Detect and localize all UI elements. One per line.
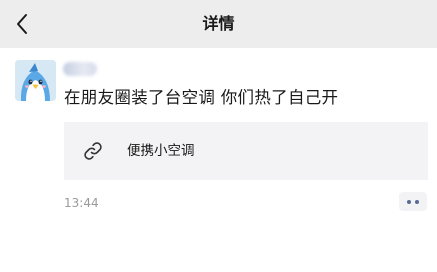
author-name[interactable] [63, 62, 97, 76]
more-dots-icon [407, 199, 411, 204]
penguin-avatar-image [15, 60, 56, 101]
top-nav-bar: 详情 [0, 0, 437, 48]
link-thumbnail [69, 127, 117, 175]
link-icon [84, 142, 102, 160]
post-timestamp: 13:44 [64, 196, 99, 210]
more-actions-button[interactable] [399, 192, 427, 211]
shared-link-card[interactable]: 便携小空调 [64, 122, 428, 180]
avatar[interactable] [15, 60, 56, 101]
page-title: 详情 [202, 14, 235, 33]
link-title: 便携小空调 [127, 143, 195, 159]
post-text: 在朋友圈装了台空调 你们热了自己开 [64, 88, 339, 107]
more-dots-icon [415, 199, 419, 204]
